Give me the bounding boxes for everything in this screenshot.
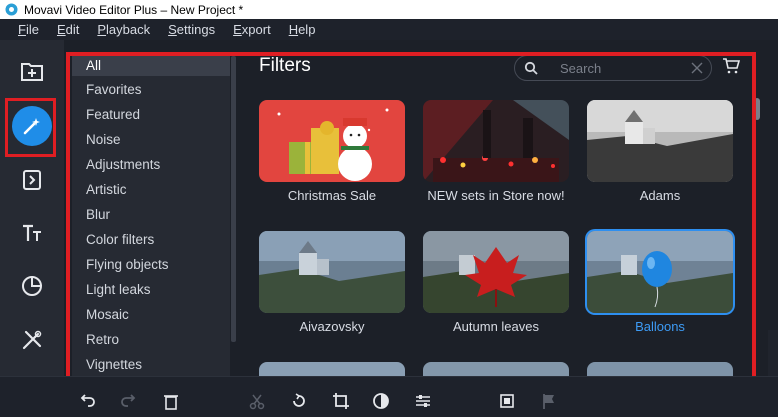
rotate-icon[interactable] xyxy=(290,392,308,410)
window-title: Movavi Video Editor Plus – New Project * xyxy=(24,2,244,17)
cut-icon[interactable] xyxy=(248,392,266,410)
crop-icon[interactable] xyxy=(332,392,350,410)
import-files-icon xyxy=(21,63,43,81)
title-bar: Movavi Video Editor Plus – New Project * xyxy=(0,0,778,19)
more-tools-button[interactable] xyxy=(9,317,55,363)
color-adjust-icon[interactable] xyxy=(372,392,390,410)
menu-settings[interactable]: Settings xyxy=(168,22,215,37)
tools-icon xyxy=(22,330,42,350)
menu-bar: File Edit Playback Settings Export Help xyxy=(0,19,778,40)
titles-icon xyxy=(23,224,41,241)
highlight-box-filters-tool xyxy=(5,98,56,157)
menu-help[interactable]: Help xyxy=(289,22,316,37)
menu-playback[interactable]: Playback xyxy=(97,22,150,37)
import-files-button[interactable] xyxy=(9,48,55,94)
stickers-tool-button[interactable] xyxy=(9,263,55,309)
undo-icon[interactable] xyxy=(78,392,96,410)
clip-properties-icon[interactable] xyxy=(414,392,432,410)
transitions-icon xyxy=(23,170,41,190)
menu-edit[interactable]: Edit xyxy=(57,22,79,37)
transitions-tool-button[interactable] xyxy=(9,157,55,203)
marker-flag-icon[interactable] xyxy=(540,392,558,410)
movavi-app-icon xyxy=(4,3,18,17)
delete-icon[interactable] xyxy=(162,392,180,410)
menu-file[interactable]: File xyxy=(18,22,39,37)
titles-tool-button[interactable] xyxy=(9,210,55,256)
record-voice-icon[interactable] xyxy=(498,392,516,410)
menu-export[interactable]: Export xyxy=(233,22,271,37)
stickers-icon xyxy=(22,275,43,296)
timeline-edge xyxy=(768,330,778,376)
highlight-box-filters-panel xyxy=(66,52,756,394)
redo-icon[interactable] xyxy=(120,392,138,410)
